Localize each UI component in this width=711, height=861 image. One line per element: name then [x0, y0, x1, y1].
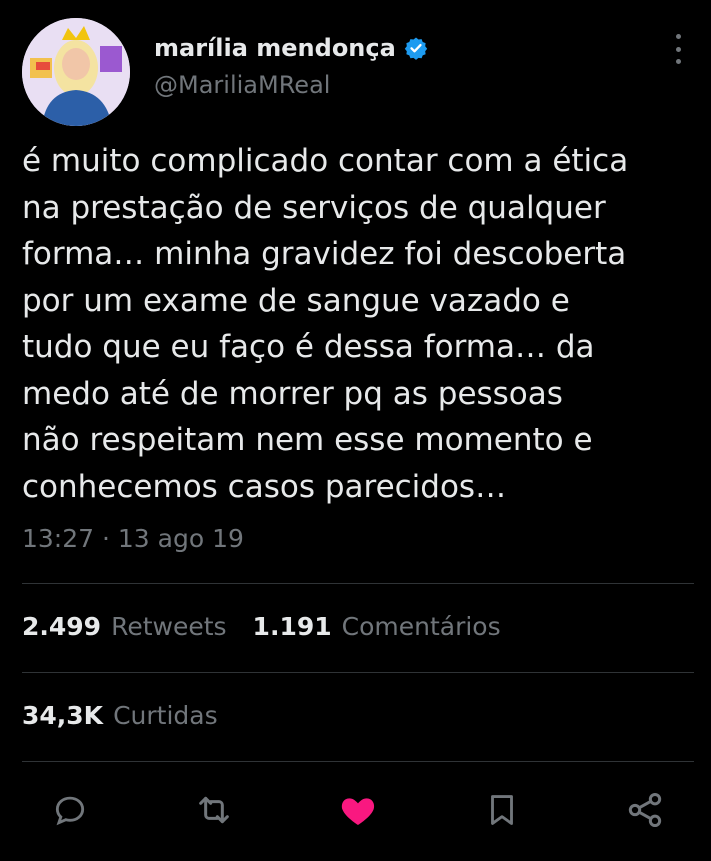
tweet-timestamp[interactable]: 13:27 · 13 ago 19 [22, 524, 244, 553]
divider [22, 672, 694, 673]
likes-label[interactable]: Curtidas [113, 701, 218, 730]
comments-label[interactable]: Comentários [342, 612, 501, 641]
bookmark-icon[interactable] [480, 788, 524, 832]
more-options-icon[interactable] [664, 34, 692, 64]
action-bar [0, 778, 711, 842]
retweet-comment-stats: 2.499 Retweets 1.191 Comentários [22, 612, 501, 641]
retweets-count[interactable]: 2.499 [22, 612, 101, 641]
avatar[interactable] [22, 18, 130, 126]
retweet-icon[interactable] [192, 788, 236, 832]
retweets-label[interactable]: Retweets [111, 612, 226, 641]
author-handle[interactable]: @MariliaMReal [154, 71, 330, 99]
like-icon[interactable] [336, 788, 380, 832]
reply-icon[interactable] [48, 788, 92, 832]
share-icon[interactable] [623, 788, 667, 832]
author-name[interactable]: marília mendonça [154, 34, 428, 62]
divider [22, 583, 694, 584]
display-name[interactable]: marília mendonça [154, 34, 396, 62]
comments-count[interactable]: 1.191 [253, 612, 332, 641]
verified-badge-icon [404, 37, 428, 60]
divider [22, 761, 694, 762]
tweet-text: é muito complicado contar com a ética na… [22, 143, 629, 505]
likes-count[interactable]: 34,3K [22, 701, 103, 730]
likes-stats: 34,3K Curtidas [22, 701, 218, 730]
